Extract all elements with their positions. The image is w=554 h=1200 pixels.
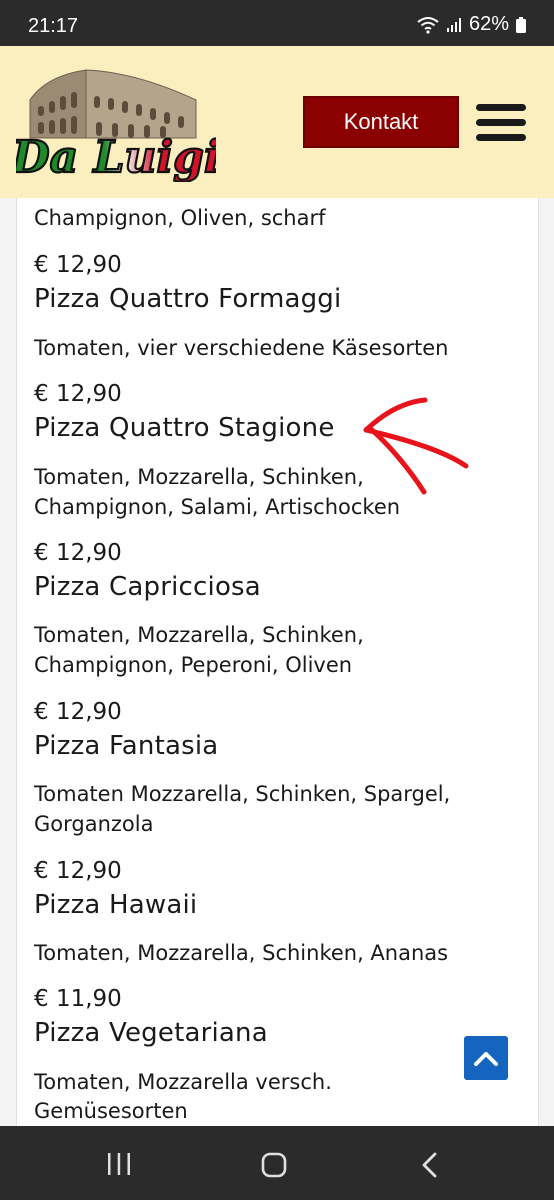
- status-time: 21:17: [28, 15, 79, 37]
- wifi-icon: [417, 16, 439, 34]
- menu-item-description: Champignon, Oliven, scharf: [34, 206, 326, 230]
- signal-icon: [446, 17, 461, 32]
- menu-list: Champignon, Oliven, scharf € 12,90 Pizza…: [16, 198, 539, 1126]
- battery-icon: [516, 16, 526, 33]
- menu-item-name: Pizza Vegetariana: [34, 1018, 268, 1048]
- recent-apps-icon[interactable]: [106, 1152, 132, 1176]
- menu-item-description: Gorganzola: [34, 812, 154, 836]
- menu-item-price: € 12,90: [34, 252, 122, 278]
- menu-item-description: Gemüsesorten: [34, 1099, 188, 1123]
- menu-item-name: Pizza Hawaii: [34, 890, 198, 920]
- menu-item-description: Tomaten, Mozzarella versch.: [34, 1070, 332, 1094]
- menu-item-name: Pizza Fantasia: [34, 731, 219, 761]
- da-luigi-logo[interactable]: Da Luigi: [16, 66, 216, 182]
- menu-item-description: Tomaten, Mozzarella, Schinken, Ananas: [34, 941, 449, 965]
- menu-item-description: Champignon, Peperoni, Oliven: [34, 653, 353, 677]
- chevron-up-icon: [474, 1052, 498, 1066]
- menu-item-description: Tomaten Mozzarella, Schinken, Spargel,: [34, 782, 451, 806]
- menu-item-name: Pizza Quattro Formaggi: [34, 284, 342, 314]
- hamburger-menu-icon[interactable]: [476, 104, 526, 142]
- kontakt-button[interactable]: Kontakt: [303, 96, 459, 148]
- menu-item-price: € 12,90: [34, 381, 122, 407]
- home-icon[interactable]: [261, 1152, 287, 1178]
- android-nav-bar: [0, 1126, 554, 1200]
- scroll-to-top-button[interactable]: [464, 1036, 508, 1080]
- menu-item-description: Tomaten, Mozzarella, Schinken,: [34, 465, 364, 489]
- menu-item-price: € 12,90: [34, 858, 122, 884]
- menu-item-description: Tomaten, Mozzarella, Schinken,: [34, 623, 364, 647]
- menu-item-description: Champignon, Salami, Artischocken: [34, 495, 401, 519]
- back-icon[interactable]: [420, 1152, 440, 1178]
- status-bar: 21:17 62%: [0, 0, 554, 46]
- logo-text: Da Luigi: [16, 132, 216, 182]
- menu-item-price: € 12,90: [34, 699, 122, 725]
- menu-item-description: Tomaten, vier verschiedene Käsesorten: [34, 336, 449, 360]
- battery-percent: 62%: [468, 13, 509, 35]
- menu-item-name: Pizza Capricciosa: [34, 572, 261, 602]
- site-header: Da Luigi Kontakt: [0, 46, 554, 198]
- menu-item-price: € 11,90: [34, 986, 122, 1012]
- menu-item-name: Pizza Quattro Stagione: [34, 413, 335, 443]
- menu-item-price: € 12,90: [34, 540, 122, 566]
